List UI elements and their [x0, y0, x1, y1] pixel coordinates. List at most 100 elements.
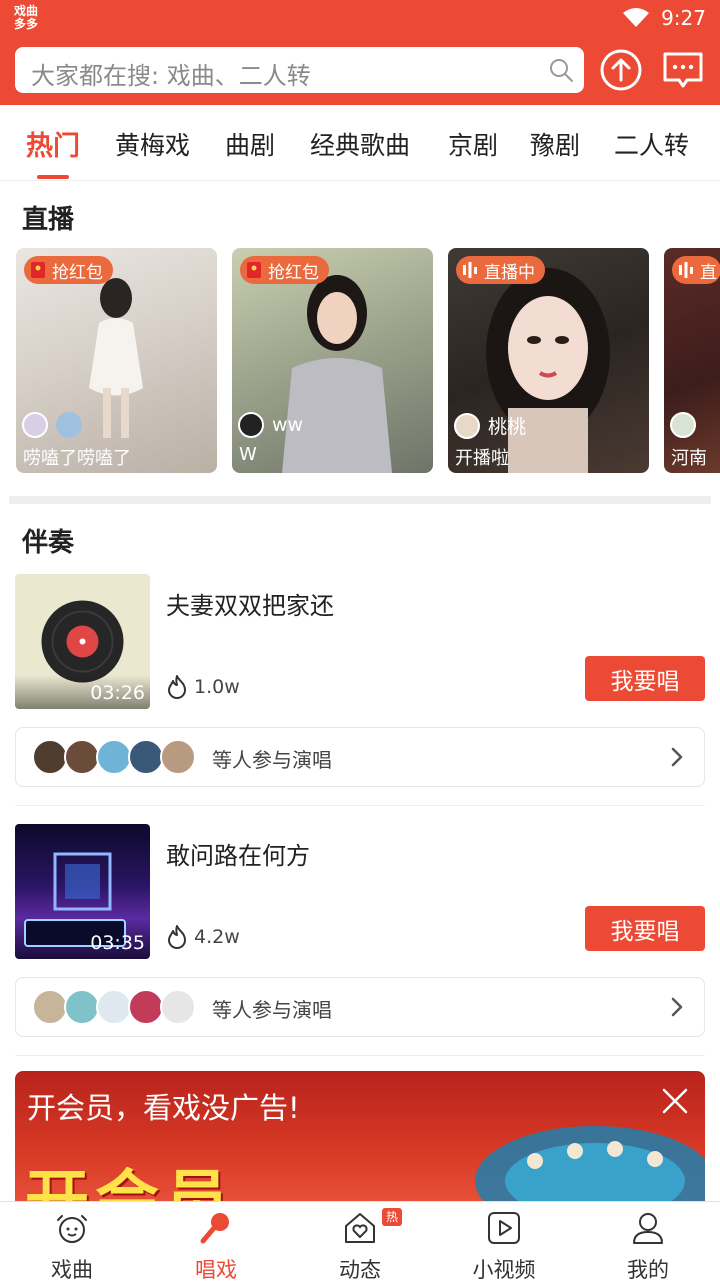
song-heat: 4.2w [166, 924, 240, 950]
participants-text: 等人参与演唱 [212, 748, 332, 772]
live-badge: 抢红包 [240, 256, 329, 284]
live-bars-icon [679, 262, 693, 278]
bottom-nav: 戏曲 唱戏 热 动态 小视频 我的 [0, 1201, 720, 1282]
close-icon[interactable] [661, 1087, 689, 1115]
red-envelope-icon [247, 262, 261, 278]
participant-avatars [32, 739, 196, 775]
song-cover[interactable]: 03:26 [15, 574, 150, 709]
nav-profile[interactable]: 我的 [598, 1208, 698, 1282]
vip-banner[interactable]: 开会员，看戏没广告! 开会员 [15, 1071, 705, 1206]
nav-feed[interactable]: 热 动态 [310, 1208, 410, 1282]
chevron-right-icon [671, 997, 683, 1017]
live-host: 桃桃 [454, 412, 526, 439]
home-heart-icon [345, 1213, 375, 1243]
play-video-icon [488, 1212, 520, 1244]
avatar [56, 412, 82, 438]
live-caption: 唠嗑了唠嗑了 [23, 448, 131, 469]
tab-errenzhuan[interactable]: 二人转 [614, 126, 689, 162]
participants-row[interactable]: 等人参与演唱 [15, 727, 705, 787]
tab-hot[interactable]: 热门 [26, 124, 80, 163]
red-envelope-icon [31, 262, 45, 278]
flame-icon [168, 925, 186, 949]
live-caption: W [239, 444, 257, 465]
avatar [160, 989, 196, 1025]
live-host-name: 桃桃 [488, 416, 527, 438]
headdress-artwork [475, 1126, 705, 1206]
wifi-icon [623, 8, 650, 27]
app-logo: 戏曲多多 [14, 4, 39, 31]
song-title[interactable]: 敢问路在何方 [166, 836, 310, 871]
avatar [64, 739, 100, 775]
live-badge-label: 抢红包 [52, 262, 103, 283]
upload-icon[interactable] [600, 49, 642, 91]
nav-short-video[interactable]: 小视频 [454, 1208, 554, 1282]
tab-classic-songs[interactable]: 经典歌曲 [310, 126, 410, 162]
live-badge-label: 直播中 [484, 262, 535, 283]
live-card[interactable]: 抢红包 唠嗑了唠嗑了 [16, 248, 217, 473]
participant-avatars [32, 989, 196, 1025]
tab-jingju[interactable]: 京剧 [448, 126, 498, 162]
live-badge: 抢红包 [24, 256, 113, 284]
song-title[interactable]: 夫妻双双把家还 [166, 586, 334, 621]
nav-opera[interactable]: 戏曲 [22, 1208, 122, 1282]
tab-huangmeixi[interactable]: 黄梅戏 [115, 126, 190, 162]
tab-active-indicator [37, 175, 69, 179]
live-host: ww [238, 412, 303, 438]
tab-yuju[interactable]: 豫剧 [530, 126, 580, 162]
avatar [454, 412, 480, 439]
song-heat-value: 1.0w [194, 676, 240, 698]
live-card[interactable]: 直播中 桃桃 开播啦 [448, 248, 649, 473]
live-host [22, 412, 82, 438]
status-time: 9:27 [661, 6, 706, 30]
live-thumbnail [282, 275, 392, 473]
tab-quju[interactable]: 曲剧 [225, 126, 275, 162]
song-duration: 03:26 [90, 682, 145, 704]
flame-icon [168, 675, 186, 699]
song-heat: 1.0w [166, 674, 240, 700]
avatar [32, 989, 68, 1025]
nav-sing[interactable]: 唱戏 [166, 1208, 266, 1282]
search-placeholder: 大家都在搜: 戏曲、二人转 [31, 62, 311, 90]
search-bar[interactable]: 大家都在搜: 戏曲、二人转 [15, 47, 584, 93]
live-thumbnail [486, 268, 610, 473]
category-tabs: 热门 黄梅戏 曲剧 经典歌曲 京剧 豫剧 二人转 [0, 105, 720, 181]
live-badge: 直 [672, 256, 720, 284]
avatar [238, 412, 264, 438]
song-heat-value: 4.2w [194, 926, 240, 948]
section-divider [9, 496, 711, 504]
app-header: 戏曲多多 9:27 大家都在搜: 戏曲、二人转 [0, 0, 720, 105]
avatar [96, 989, 132, 1025]
avatar [96, 739, 132, 775]
banner-text: 开会员，看戏没广告! [27, 1091, 300, 1125]
live-badge: 直播中 [456, 256, 545, 284]
avatar [670, 412, 696, 438]
avatar [128, 989, 164, 1025]
live-card[interactable]: 直 河南 [664, 248, 720, 473]
vinyl-record-icon [41, 600, 124, 683]
live-badge-label: 抢红包 [268, 262, 319, 283]
sing-button[interactable]: 我要唱 [585, 656, 705, 701]
participants-text: 等人参与演唱 [212, 998, 332, 1022]
participants-row[interactable]: 等人参与演唱 [15, 977, 705, 1037]
sing-button[interactable]: 我要唱 [585, 906, 705, 951]
hot-badge: 热 [382, 1208, 402, 1226]
song-cover[interactable]: 03:35 [15, 824, 150, 959]
search-icon[interactable] [548, 57, 574, 83]
live-host [670, 412, 696, 438]
live-host-name: ww [272, 414, 304, 436]
live-caption: 河南 [671, 448, 707, 469]
person-icon [633, 1213, 663, 1244]
alarm-clock-icon [57, 1215, 87, 1243]
avatar [160, 739, 196, 775]
live-bars-icon [463, 262, 477, 278]
live-card[interactable]: 抢红包 ww W [232, 248, 433, 473]
live-thumbnail [89, 278, 143, 438]
message-icon[interactable] [661, 50, 705, 90]
avatar [32, 739, 68, 775]
avatar [22, 412, 48, 438]
live-section-title: 直播 [22, 205, 75, 235]
microphone-icon [200, 1213, 229, 1244]
row-divider [15, 1055, 705, 1056]
chevron-right-icon [671, 747, 683, 767]
live-caption: 开播啦 [455, 448, 509, 469]
